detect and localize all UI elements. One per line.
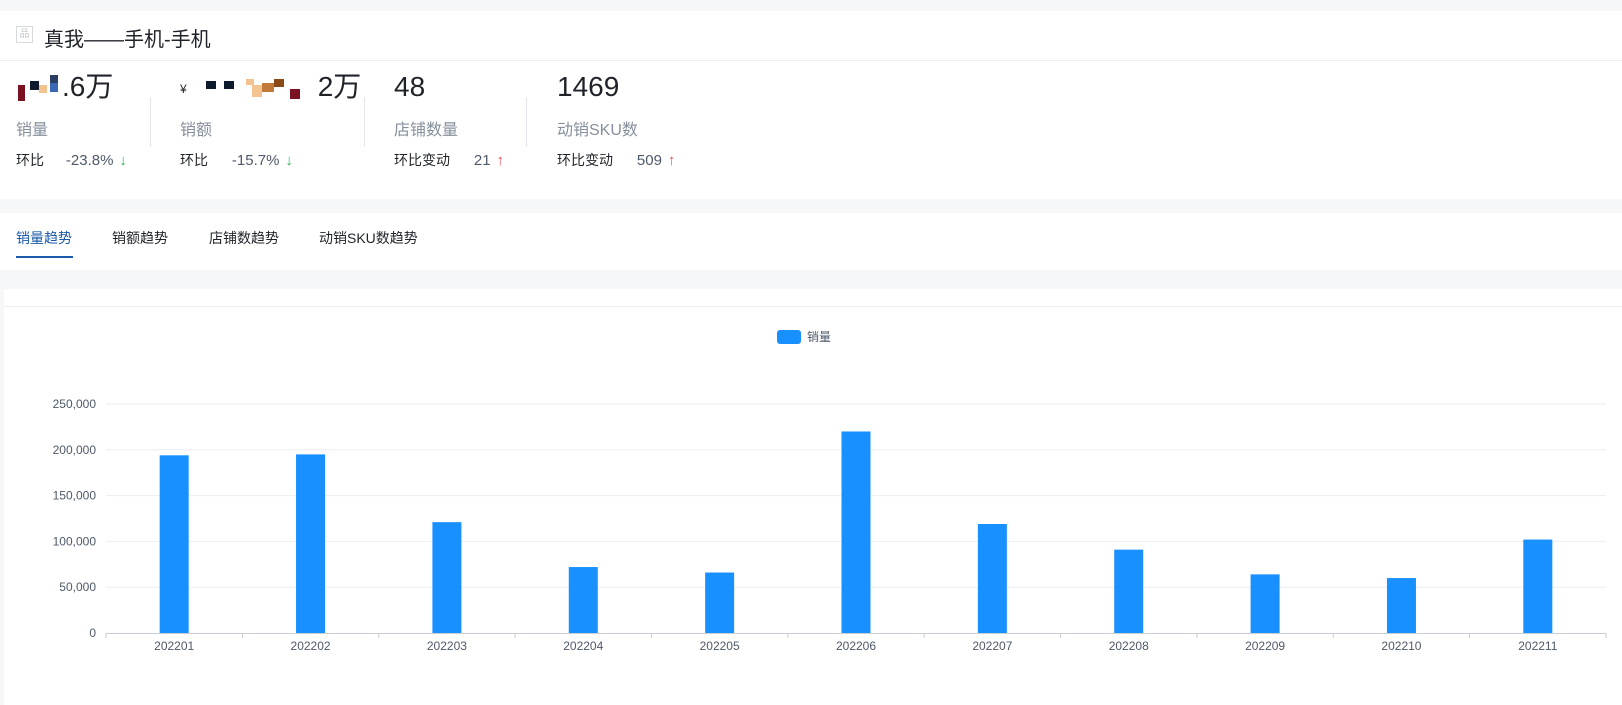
legend-label: 销量	[807, 330, 831, 344]
redacted-mosaic	[205, 78, 300, 99]
metric-value-text: .6万	[62, 71, 114, 102]
x-tick-label: 202205	[700, 639, 740, 653]
change-value: 509	[636, 152, 662, 169]
metric-store-count: 48 店铺数量 环比变动 21 ↑	[394, 70, 504, 170]
arrow-up-icon: ↑	[496, 152, 504, 169]
metric-label: 动销SKU数	[557, 122, 638, 139]
y-tick-label: 150,000	[53, 489, 97, 503]
x-tick-label: 202209	[1245, 639, 1285, 653]
x-tick-label: 202210	[1381, 639, 1421, 653]
bar-202205	[705, 572, 735, 633]
change-label: 环比变动	[394, 152, 450, 168]
redacted-mosaic	[18, 74, 58, 101]
x-tick-label: 202204	[563, 639, 603, 653]
arrow-down-icon: ↓	[285, 152, 293, 169]
bar-202204	[568, 567, 598, 633]
tab-sales-volume-trend[interactable]: 销量趋势	[16, 228, 72, 248]
metric-value: .6万	[16, 70, 127, 104]
bar-202206	[841, 431, 871, 633]
chart-card: 0 50,000 100,000 150,000 200,000 250,000 20220…	[4, 289, 1622, 705]
metric-value-text: 2万	[317, 71, 362, 102]
x-tick-label: 202208	[1109, 639, 1149, 653]
y-tick-label: 250,000	[53, 397, 97, 411]
change-value: -23.8%	[65, 152, 114, 169]
y-tick-label: 0	[89, 626, 96, 640]
bar-202202	[296, 454, 326, 633]
metric-change: 环比变动 21 ↑	[394, 150, 504, 170]
tab-store-count-trend[interactable]: 店铺数趋势	[209, 228, 279, 248]
change-value: 21	[473, 152, 491, 169]
metric-label: 店铺数量	[394, 122, 459, 139]
change-label: 环比	[16, 152, 44, 168]
metric-label: 销量	[16, 122, 49, 139]
tab-active-sku-trend[interactable]: 动销SKU数趋势	[319, 228, 418, 248]
x-tick-label: 202203	[427, 639, 467, 653]
currency-symbol: ¥	[180, 81, 187, 96]
x-tick-label: 202201	[154, 639, 194, 653]
x-tick-label: 202207	[972, 639, 1012, 653]
active-tab-indicator	[16, 256, 73, 258]
bar-202210	[1386, 578, 1416, 633]
bar-202201	[159, 455, 189, 633]
y-tick-label: 50,000	[59, 580, 96, 594]
bar-202209	[1250, 574, 1280, 633]
divider	[526, 97, 527, 147]
divider	[364, 97, 365, 147]
arrow-up-icon: ↑	[667, 152, 676, 169]
divider	[150, 97, 151, 147]
bar-202207	[977, 523, 1007, 633]
overview-card: 品 真我——手机-手机 .6万 销量 环比 -23.8% ↓ ¥ 2万 销额 环…	[0, 11, 1622, 199]
title-row: 品 真我——手机-手机	[0, 11, 1622, 61]
bar-202208	[1114, 549, 1144, 633]
product-icon: 品	[16, 26, 33, 43]
metric-value: 48	[394, 71, 426, 102]
metric-active-sku: 1469 动销SKU数 环比变动 509 ↑	[557, 70, 675, 170]
metric-sales-amount: ¥ 2万 销额 环比 -15.7% ↓	[180, 70, 361, 170]
metric-label: 销额	[180, 122, 213, 139]
change-label: 环比变动	[557, 152, 613, 168]
trend-tabs: 销量趋势 销额趋势 店铺数趋势 动销SKU数趋势	[0, 213, 1622, 270]
y-tick-label: 200,000	[53, 443, 97, 457]
metric-change: 环比 -15.7% ↓	[180, 150, 361, 170]
metric-value: 1469	[557, 71, 620, 102]
x-tick-label: 202206	[836, 639, 876, 653]
bar-202211	[1523, 539, 1553, 633]
bar-202203	[432, 522, 462, 633]
legend-swatch	[777, 330, 801, 344]
metric-change: 环比 -23.8% ↓	[16, 150, 127, 170]
metric-value: ¥ 2万	[180, 70, 361, 104]
page-title: 真我——手机-手机	[44, 29, 211, 51]
change-label: 环比	[180, 152, 208, 168]
arrow-down-icon: ↓	[119, 152, 127, 169]
x-tick-label: 202202	[291, 639, 331, 653]
y-tick-label: 100,000	[53, 534, 97, 548]
sales-volume-bar-chart: 0 50,000 100,000 150,000 200,000 250,000 20220…	[53, 330, 1607, 653]
metric-sales-volume: .6万 销量 环比 -23.8% ↓	[16, 70, 127, 170]
change-value: -15.7%	[231, 152, 280, 169]
metric-change: 环比变动 509 ↑	[557, 150, 675, 170]
tab-sales-amount-trend[interactable]: 销额趋势	[112, 228, 168, 248]
x-tick-label: 202211	[1518, 639, 1557, 653]
